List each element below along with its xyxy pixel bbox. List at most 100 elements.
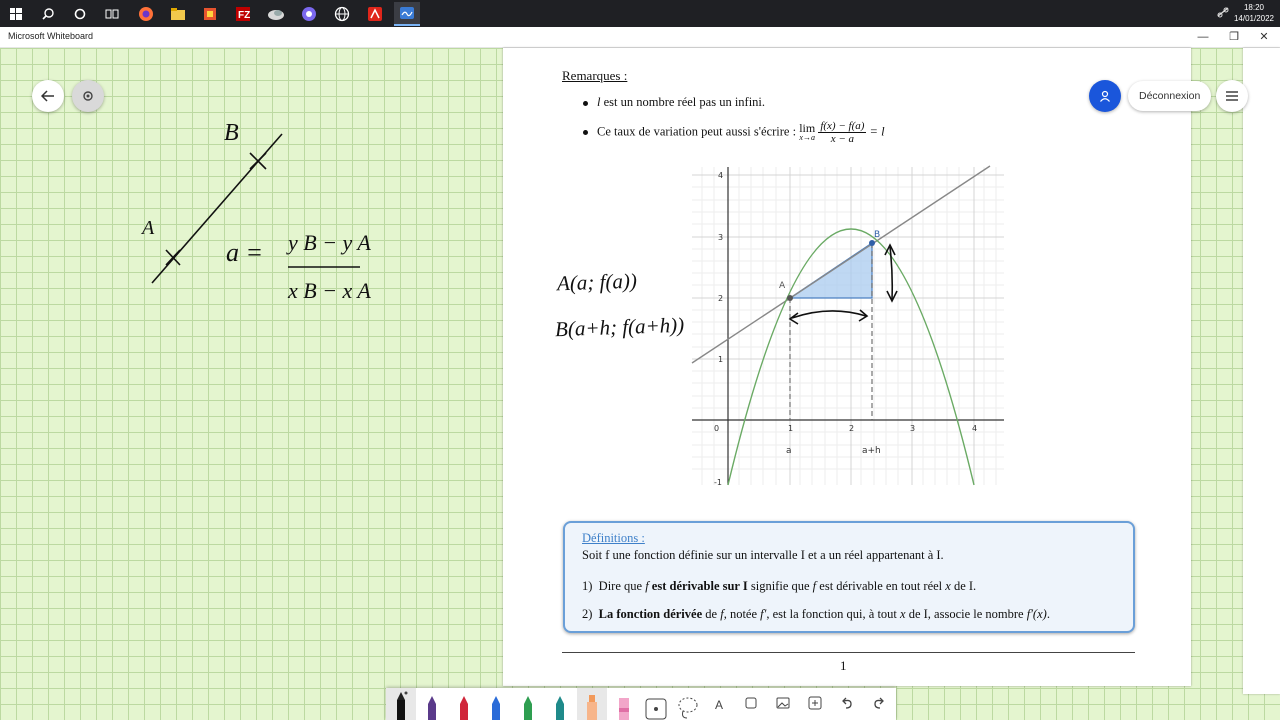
redo-button[interactable] bbox=[869, 696, 889, 714]
pen-red-icon bbox=[460, 696, 468, 720]
window-title: Microsoft Whiteboard bbox=[8, 31, 94, 41]
taskbar: FZ 18:20 14/01/2022 bbox=[0, 0, 1280, 27]
clock-date: 14/01/2022 bbox=[1233, 14, 1274, 23]
def1-text-c: est dérivable en tout réel bbox=[816, 579, 946, 593]
pen-black-icon bbox=[397, 691, 408, 720]
definitions-intro: Soit f une fonction définie sur un inter… bbox=[582, 548, 944, 562]
lim-sub: x→a bbox=[799, 132, 815, 142]
cloud-app-icon[interactable] bbox=[265, 3, 287, 24]
acrobat-icon[interactable] bbox=[364, 3, 386, 24]
def2-text-c: , est la fonction qui, à tout bbox=[766, 607, 901, 621]
handwritten-formula-lhs: a = bbox=[226, 238, 264, 267]
pen-green-icon bbox=[524, 696, 532, 720]
text-tool[interactable]: A bbox=[709, 696, 729, 714]
lasso-tool[interactable] bbox=[673, 688, 703, 720]
arrow-left-icon bbox=[41, 90, 54, 102]
pen-blue-icon bbox=[492, 696, 500, 720]
remarks-title: Remarques : bbox=[562, 68, 628, 83]
pen-black-tool[interactable] bbox=[386, 688, 416, 720]
menu-button[interactable] bbox=[1216, 80, 1248, 112]
x-tick-0: 0 bbox=[714, 424, 719, 433]
x-tick-1: 1 bbox=[788, 424, 793, 433]
task-view-icon[interactable] bbox=[101, 3, 123, 24]
definitions-title: Définitions : bbox=[582, 531, 645, 545]
system-clock[interactable]: 18:20 14/01/2022 bbox=[1234, 2, 1274, 24]
def2-text-a: de bbox=[702, 607, 721, 621]
handwritten-label-b: B bbox=[224, 120, 239, 146]
maximize-button[interactable]: ❐ bbox=[1224, 29, 1244, 45]
undo-icon bbox=[842, 697, 852, 709]
search-icon[interactable] bbox=[37, 3, 59, 24]
def2-text-b: , notée bbox=[723, 607, 761, 621]
pen-blue-tool[interactable] bbox=[481, 688, 511, 720]
windows-start-icon[interactable] bbox=[5, 3, 27, 24]
window-titlebar: Microsoft Whiteboard — ❐ ✕ bbox=[0, 27, 1280, 48]
insert-tool[interactable] bbox=[805, 696, 825, 714]
def2-bold: La fonction dérivée bbox=[598, 607, 703, 621]
handwritten-coord-b: B(a+h; f(a+h)) bbox=[554, 312, 685, 342]
image-tool[interactable] bbox=[773, 696, 793, 714]
folder-icon[interactable] bbox=[167, 3, 189, 24]
user-icon bbox=[1100, 90, 1110, 102]
pen-purple-tool[interactable] bbox=[417, 688, 447, 720]
filezilla-icon[interactable]: FZ bbox=[232, 3, 254, 24]
def1-text-b: signifie que bbox=[747, 579, 813, 593]
close-button[interactable]: ✕ bbox=[1254, 29, 1274, 45]
label-a: a bbox=[786, 446, 792, 456]
pen-green-tool[interactable] bbox=[513, 688, 543, 720]
settings-button[interactable] bbox=[72, 80, 104, 112]
def2-fprime-x: f′(x) bbox=[1026, 607, 1047, 621]
app-icon-red-box[interactable] bbox=[199, 3, 221, 24]
shape-tool[interactable] bbox=[741, 696, 761, 714]
point-a-marker bbox=[787, 295, 793, 301]
pen-teal-tool[interactable] bbox=[545, 688, 575, 720]
handwritten-cross-b bbox=[249, 152, 267, 170]
lasso-icon bbox=[678, 697, 698, 719]
pen-teal-icon bbox=[556, 696, 564, 720]
y-tick-3: 3 bbox=[718, 233, 723, 242]
globe-icon[interactable] bbox=[331, 3, 353, 24]
secant-line bbox=[691, 165, 991, 364]
def1-text-d: de I. bbox=[950, 579, 977, 593]
undo-button[interactable] bbox=[837, 696, 857, 714]
back-button[interactable] bbox=[32, 80, 64, 112]
image-icon bbox=[776, 697, 790, 709]
ruler-tool[interactable] bbox=[641, 688, 671, 720]
point-b-label: B bbox=[874, 230, 880, 240]
ruler-icon bbox=[645, 698, 667, 720]
x-tick-4: 4 bbox=[972, 424, 977, 433]
highlighter-tool[interactable] bbox=[577, 688, 607, 720]
eraser-tool[interactable] bbox=[609, 688, 639, 720]
cortana-icon[interactable] bbox=[69, 3, 91, 24]
def1-number: 1) bbox=[582, 579, 593, 593]
bullet-dot bbox=[583, 130, 588, 135]
x-tick-3: 3 bbox=[910, 424, 915, 433]
bullet1-text: est un nombre réel pas un infini. bbox=[600, 95, 766, 109]
inking-toolbar: A bbox=[386, 688, 896, 720]
y-tick-2: 2 bbox=[718, 294, 723, 303]
account-button[interactable] bbox=[1089, 80, 1121, 112]
clock-time: 18:20 bbox=[1243, 3, 1264, 12]
minimize-button[interactable]: — bbox=[1193, 29, 1213, 45]
page-number: 1 bbox=[840, 658, 847, 673]
firefox-icon[interactable] bbox=[135, 3, 157, 24]
highlighter-icon bbox=[587, 695, 597, 720]
x-tick-2: 2 bbox=[849, 424, 854, 433]
point-a-label: A bbox=[779, 281, 786, 291]
page-footer-rule bbox=[562, 652, 1135, 653]
def1-bold: est dérivable sur I bbox=[648, 579, 748, 593]
y-tick-4: 4 bbox=[718, 171, 723, 180]
pen-red-tool[interactable] bbox=[449, 688, 479, 720]
remark-bullet-2: Ce taux de variation peut aussi s'écrire… bbox=[583, 120, 885, 145]
gear-icon bbox=[83, 91, 93, 101]
def2-text-d: de I, associe le nombre bbox=[905, 607, 1027, 621]
hamburger-menu-icon bbox=[1226, 91, 1238, 101]
square-icon bbox=[745, 697, 757, 709]
discord-like-icon[interactable] bbox=[298, 3, 320, 24]
logout-button[interactable]: Déconnexion bbox=[1128, 81, 1212, 111]
redo-icon bbox=[874, 697, 884, 709]
point-b-marker bbox=[869, 240, 875, 246]
pdf-page-next[interactable] bbox=[1243, 48, 1280, 694]
network-icon[interactable] bbox=[1216, 6, 1230, 21]
whiteboard-taskbar-icon[interactable] bbox=[394, 2, 420, 26]
